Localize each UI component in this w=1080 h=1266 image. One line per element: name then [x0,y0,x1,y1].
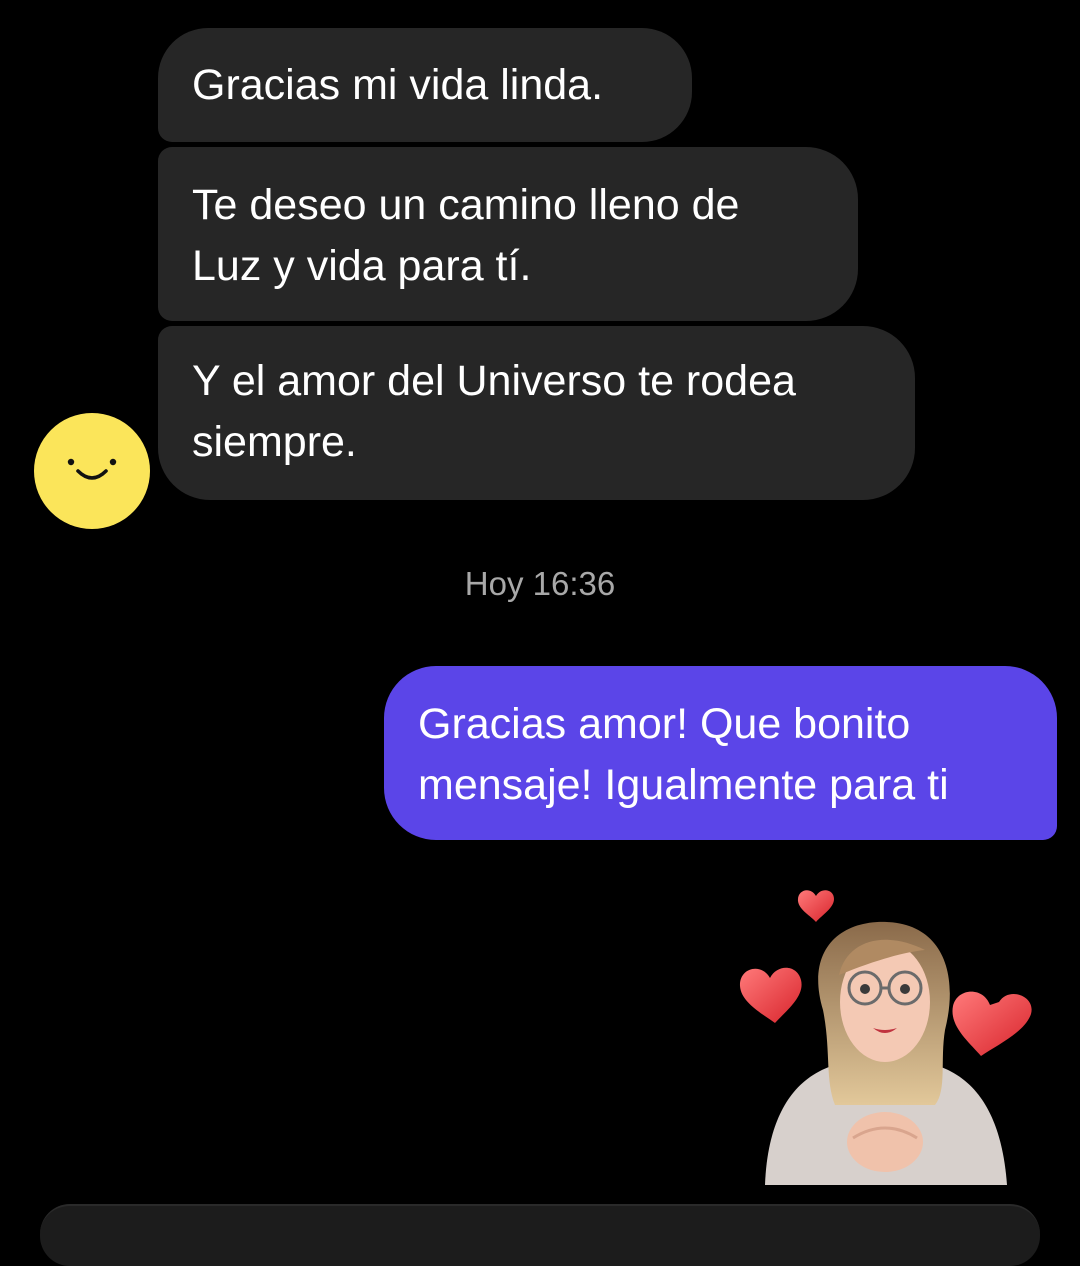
message-text-line: Te deseo un camino lleno de [192,181,740,229]
message-text-line: siempre. [192,418,357,466]
message-text-line: mensaje! Igualmente para ti [418,761,949,809]
incoming-message-bubble[interactable]: Y el amor del Universo te rodea siempre. [158,326,915,500]
heart-icon [952,991,1032,1056]
avatar-hearts-sticker[interactable] [735,880,1040,1185]
message-timestamp: Hoy 16:36 [464,565,616,602]
message-text-line: Gracias mi vida linda. [192,61,604,109]
heart-icon [739,967,802,1023]
message-text-line: Luz y vida para tí. [192,242,532,290]
message-composer[interactable] [40,1204,1040,1266]
incoming-message-bubble[interactable]: Gracias mi vida linda. [158,28,692,142]
heart-icon [797,890,834,922]
smiley-face-icon[interactable] [34,413,150,529]
message-text-line: Y el amor del Universo te rodea [192,357,796,405]
outgoing-message-bubble[interactable]: Gracias amor! Que bonito mensaje! Igualm… [384,666,1057,840]
message-text-line: Gracias amor! Que bonito [418,700,911,748]
incoming-message-bubble[interactable]: Te deseo un camino lleno de Luz y vida p… [158,147,858,321]
